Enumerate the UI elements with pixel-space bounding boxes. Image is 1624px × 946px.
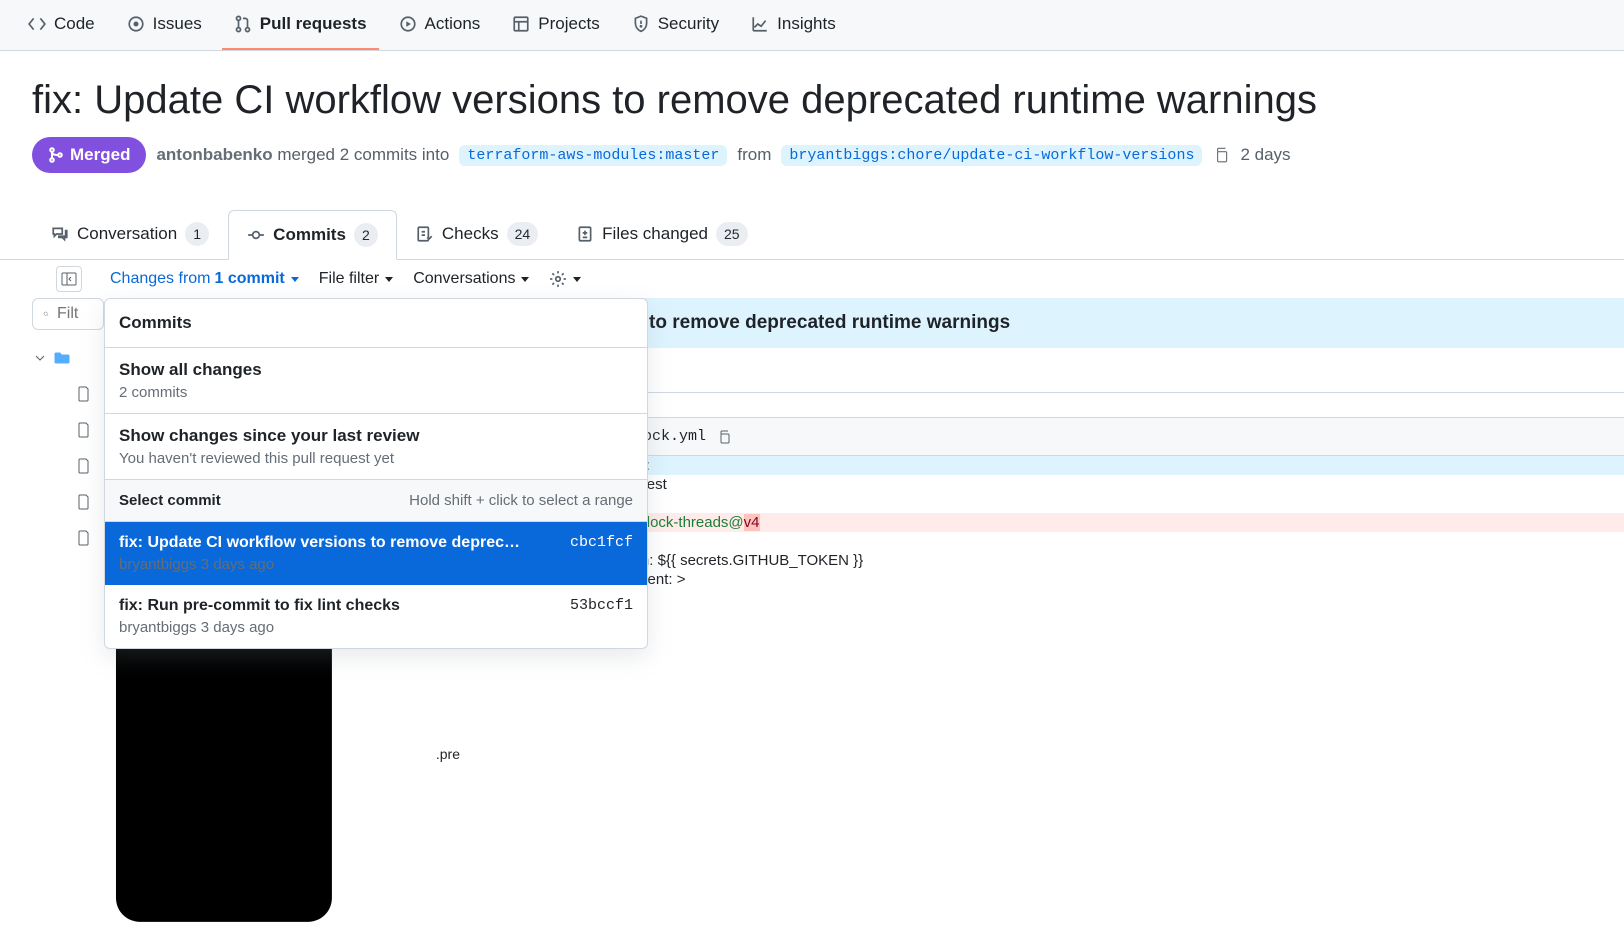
nav-issues-label: Issues (153, 14, 202, 34)
search-icon (43, 306, 49, 322)
file-icon (76, 530, 92, 546)
show-all-title: Show all changes (119, 360, 633, 380)
tab-commits[interactable]: Commits 2 (228, 210, 397, 260)
commit-row-title: fix: Update CI workflow versions to remo… (119, 534, 520, 552)
caret-down-icon (573, 277, 581, 282)
tab-files[interactable]: Files changed 25 (557, 209, 766, 259)
nav-insights[interactable]: Insights (739, 0, 848, 50)
git-pull-request-icon (234, 15, 252, 33)
tab-commits-label: Commits (273, 225, 346, 245)
pr-age: 2 days (1240, 145, 1290, 165)
copy-icon[interactable] (1212, 146, 1230, 164)
gear-icon (549, 270, 567, 288)
nav-security-label: Security (658, 14, 719, 34)
play-icon (399, 15, 417, 33)
folder-icon (54, 350, 70, 366)
pr-subtabs: Conversation 1 Commits 2 Checks 24 Files… (0, 209, 1624, 260)
caret-down-icon (291, 277, 299, 282)
select-commit-hint: Hold shift + click to select a range (409, 492, 633, 509)
issue-icon (127, 15, 145, 33)
diff-toolbar: Changes from 1 commit File filter Conver… (0, 260, 1624, 298)
nav-pulls-label: Pull requests (260, 14, 367, 34)
nav-insights-label: Insights (777, 14, 836, 34)
show-all-changes-item[interactable]: Show all changes 2 commits (105, 348, 647, 414)
changes-from-dropdown[interactable]: Changes from 1 commit (110, 270, 299, 288)
since-review-sub: You haven't reviewed this pull request y… (119, 450, 633, 467)
nav-actions[interactable]: Actions (387, 0, 493, 50)
head-branch[interactable]: bryantbiggs:chore/update-ci-workflow-ver… (781, 145, 1202, 166)
git-commit-icon (247, 226, 265, 244)
base-branch[interactable]: terraform-aws-modules:master (459, 145, 727, 166)
commit-row-sub: bryantbiggs 3 days ago (119, 619, 400, 636)
tab-commits-count: 2 (354, 223, 378, 247)
caret-down-icon (521, 277, 529, 282)
nav-issues[interactable]: Issues (115, 0, 214, 50)
comment-discussion-icon (51, 225, 69, 243)
pr-title: fix: Update CI workflow versions to remo… (32, 75, 1592, 125)
nav-security[interactable]: Security (620, 0, 731, 50)
show-all-sub: 2 commits (119, 384, 633, 401)
pr-header: fix: Update CI workflow versions to remo… (0, 51, 1624, 181)
file-icon (76, 422, 92, 438)
select-commit-section: Select commit Hold shift + click to sele… (105, 480, 647, 522)
repo-nav: Code Issues Pull requests Actions Projec… (0, 0, 1624, 51)
commit-row-title: fix: Run pre-commit to fix lint checks (119, 597, 400, 615)
tab-checks-label: Checks (442, 224, 499, 244)
nav-actions-label: Actions (425, 14, 481, 34)
since-review-title: Show changes since your last review (119, 426, 633, 446)
caret-down-icon (385, 277, 393, 282)
tab-files-count: 25 (716, 222, 748, 246)
merger-name[interactable]: antonbabenko (156, 145, 272, 164)
tab-conversation-count: 1 (185, 222, 209, 246)
merge-description: antonbabenko merged 2 commits into (156, 145, 449, 165)
commit-row-sha: 53bccf1 (570, 597, 633, 636)
nav-pulls[interactable]: Pull requests (222, 0, 379, 50)
nav-code[interactable]: Code (16, 0, 107, 50)
pr-meta: Merged antonbabenko merged 2 commits int… (32, 137, 1592, 173)
tab-files-label: Files changed (602, 224, 708, 244)
tab-conversation[interactable]: Conversation 1 (32, 209, 228, 259)
diff-settings-dropdown[interactable] (549, 270, 581, 288)
checklist-icon (416, 225, 434, 243)
commit-row-sha: cbc1fcf (570, 534, 633, 573)
file-filter-input[interactable] (57, 305, 93, 323)
chevron-down-icon (32, 350, 48, 366)
table-icon (512, 15, 530, 33)
tab-checks[interactable]: Checks 24 (397, 209, 557, 259)
file-icon (76, 386, 92, 402)
file-filter-dropdown[interactable]: File filter (319, 270, 393, 288)
select-commit-label: Select commit (119, 492, 221, 509)
nav-projects[interactable]: Projects (500, 0, 611, 50)
git-merge-icon (48, 147, 64, 163)
nav-projects-label: Projects (538, 14, 599, 34)
file-diff-icon (576, 225, 594, 243)
file-icon (76, 494, 92, 510)
copy-icon[interactable] (716, 429, 732, 445)
commits-popover: Commits Show all changes 2 commits Show … (104, 298, 648, 649)
file-icon (76, 458, 92, 474)
sidebar-collapse-icon (61, 271, 77, 287)
file-filter-input-wrap[interactable] (32, 298, 104, 330)
commit-row[interactable]: fix: Update CI workflow versions to remo… (105, 522, 647, 585)
shield-icon (632, 15, 650, 33)
state-badge-merged: Merged (32, 137, 146, 173)
tree-file-label: .pre (436, 746, 460, 762)
graph-icon (751, 15, 769, 33)
commit-row-sub: bryantbiggs 3 days ago (119, 556, 520, 573)
nav-code-label: Code (54, 14, 95, 34)
toggle-file-tree-button[interactable] (56, 266, 82, 292)
since-last-review-item[interactable]: Show changes since your last review You … (105, 414, 647, 480)
tab-conversation-label: Conversation (77, 224, 177, 244)
commit-row[interactable]: fix: Run pre-commit to fix lint checks b… (105, 585, 647, 648)
code-icon (28, 15, 46, 33)
from-text: from (737, 145, 771, 165)
conversations-dropdown[interactable]: Conversations (413, 270, 529, 288)
popover-header: Commits (105, 299, 647, 348)
diff-main: Commits Show all changes 2 commits Show … (0, 298, 1624, 946)
tab-checks-count: 24 (507, 222, 539, 246)
state-badge-label: Merged (70, 145, 130, 165)
